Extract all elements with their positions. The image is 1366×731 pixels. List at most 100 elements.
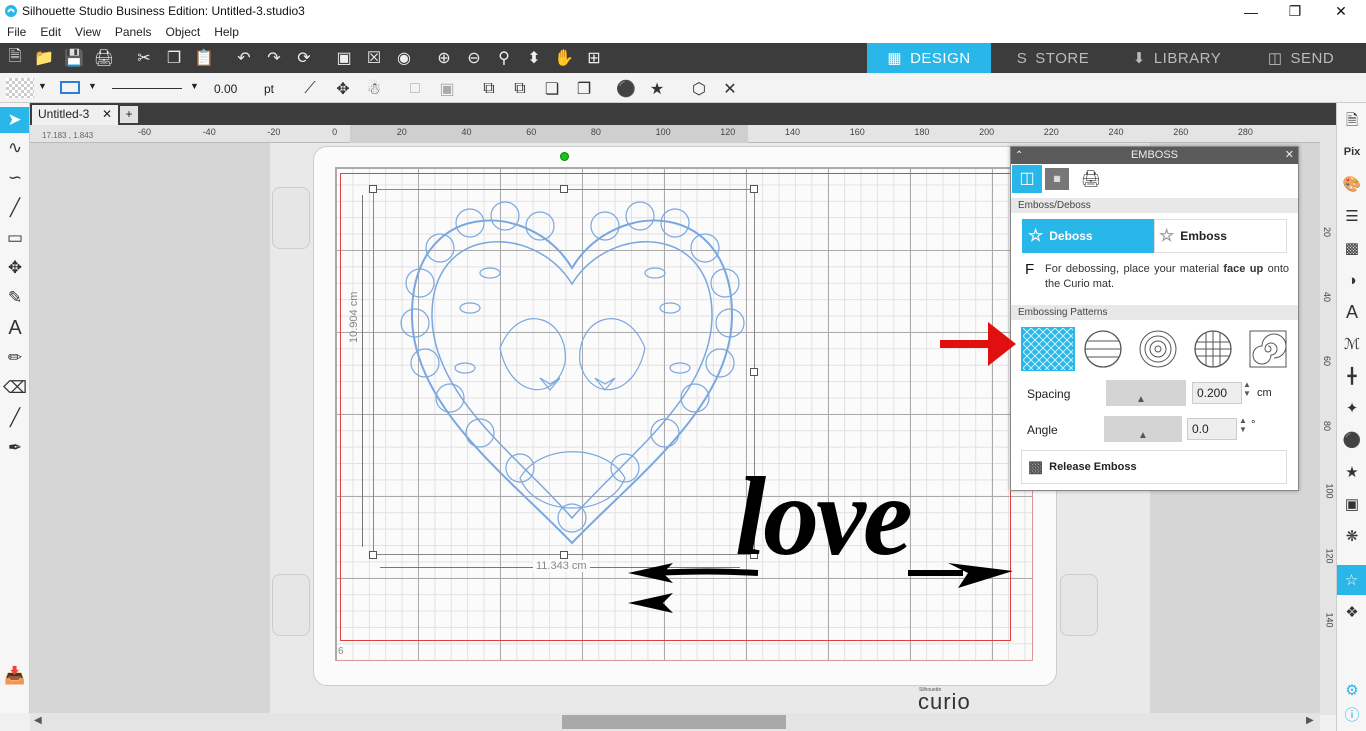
move-down-icon[interactable]: ⬍ [524, 48, 544, 68]
bring-front-icon[interactable]: ⧉ [478, 78, 500, 100]
spacing-input[interactable]: 0.200 [1192, 382, 1242, 404]
scroll-thumb[interactable] [562, 715, 786, 729]
eraser-icon[interactable]: ⌫ [3, 377, 27, 399]
offset-icon[interactable]: ⚫ [1341, 429, 1363, 451]
text-style-icon[interactable]: A [1341, 301, 1363, 323]
transform-icon[interactable]: ✦ [1341, 397, 1363, 419]
3d-box-icon[interactable]: ⬡ [688, 78, 710, 100]
pattern-spiral[interactable] [1241, 327, 1295, 371]
tab-design[interactable]: ▦ DESIGN [867, 43, 991, 73]
print-tab-icon[interactable]: 🖨 [1079, 169, 1103, 189]
zoom-selected-icon[interactable]: ⚲ [494, 48, 514, 68]
send-backward-icon[interactable]: ❐ [573, 78, 595, 100]
palette-icon[interactable]: 🎨 [1341, 173, 1363, 195]
line-color-swatch[interactable] [60, 81, 80, 94]
chevron-down-icon[interactable]: ▼ [88, 81, 97, 91]
slider-thumb-icon[interactable]: ▲ [1138, 430, 1148, 441]
line-style-select[interactable] [112, 88, 182, 89]
fit-to-page-icon[interactable]: ⊞ [584, 48, 604, 68]
save-icon[interactable]: 💾 [64, 48, 84, 68]
redo-icon[interactable]: ↷ [264, 48, 284, 68]
chevron-down-icon[interactable]: ▼ [190, 81, 199, 91]
fill-edit-icon[interactable]: ✏ [4, 347, 26, 369]
line-width-input[interactable]: 0.00 [212, 80, 254, 98]
restore-button[interactable]: ❐ [1272, 0, 1318, 23]
add-tab-button[interactable]: + [120, 106, 138, 123]
horizontal-scrollbar[interactable]: ◀ ▶ [30, 713, 1320, 731]
emboss-button[interactable]: ☆ Emboss [1154, 219, 1287, 253]
resize-handle[interactable] [560, 185, 568, 193]
close-x-icon[interactable]: ✕ [719, 78, 741, 100]
new-file-icon[interactable]: 🗎 [5, 48, 25, 68]
deselect-icon[interactable]: ☒ [364, 48, 384, 68]
collapse-chevron-icon[interactable]: ⌃ [1015, 147, 1023, 164]
align-panel-icon[interactable]: ╋ [1341, 365, 1363, 387]
eyedropper-icon[interactable]: ✒ [4, 437, 26, 459]
fill-pattern-icon[interactable]: ▩ [1341, 237, 1363, 259]
pencil-icon[interactable]: ✎ [4, 287, 26, 309]
resize-handle[interactable] [560, 551, 568, 559]
send-back-icon[interactable]: ⧉ [509, 78, 531, 100]
weld-icon[interactable]: ⚫ [615, 78, 637, 100]
settings-gear-icon[interactable]: ⚙ [1341, 679, 1363, 701]
pattern-concentric[interactable] [1131, 327, 1185, 371]
angle-input[interactable]: 0.0 [1187, 418, 1237, 440]
tab-send[interactable]: ◫ SEND [1239, 43, 1363, 73]
line-icon[interactable]: ╱ [4, 197, 26, 219]
resize-handle[interactable] [369, 551, 377, 559]
line-style-icon[interactable]: ☰ [1341, 205, 1363, 227]
trace-icon[interactable]: ▣ [1341, 493, 1363, 515]
zoom-out-icon[interactable]: ⊖ [464, 48, 484, 68]
polygon-move-icon[interactable]: ✥ [4, 257, 26, 279]
text-tool-icon[interactable]: A [4, 317, 26, 339]
slider-thumb-icon[interactable]: ▲ [1136, 394, 1146, 405]
tab-store[interactable]: S STORE [991, 43, 1115, 73]
info-circle-icon[interactable]: ⓘ [1341, 703, 1363, 725]
rotate-handle[interactable] [560, 152, 569, 161]
select-by-color-icon[interactable]: ◉ [394, 48, 414, 68]
tab-library[interactable]: ⬇ LIBRARY [1115, 43, 1239, 73]
cut-icon[interactable]: ✂ [134, 48, 154, 68]
menu-edit[interactable]: Edit [33, 23, 68, 43]
pan-hand-icon[interactable]: ✋ [554, 48, 574, 68]
chevron-down-icon[interactable]: ▼ [38, 81, 47, 91]
emboss-panel-icon[interactable]: ☆ [1337, 565, 1366, 595]
pattern-grid[interactable] [1186, 327, 1240, 371]
scroll-right-icon[interactable]: ▶ [1306, 715, 1314, 726]
knife-icon[interactable]: ╱ [4, 407, 26, 429]
minimize-button[interactable]: — [1228, 0, 1274, 23]
close-button[interactable]: ✕ [1318, 0, 1364, 23]
spacing-slider[interactable]: ▲ [1106, 380, 1186, 406]
open-folder-icon[interactable]: 📁 [34, 48, 54, 68]
contrast-icon[interactable]: ◑ [1341, 269, 1363, 291]
deboss-button[interactable]: ☆ Deboss [1022, 219, 1154, 253]
select-all-icon[interactable]: ▣ [334, 48, 354, 68]
line-tool-icon[interactable]: ⟋ [299, 78, 321, 100]
angle-stepper-icon[interactable]: ▲ ▼ [1239, 416, 1247, 434]
spacing-stepper-icon[interactable]: ▲ ▼ [1243, 380, 1251, 398]
fill-color-swatch[interactable] [6, 78, 34, 98]
menu-object[interactable]: Object [159, 23, 208, 43]
close-tab-icon[interactable]: ✕ [102, 107, 112, 123]
menu-panels[interactable]: Panels [108, 23, 159, 43]
emboss-tab-icon[interactable]: ◫ [1012, 165, 1042, 193]
star-panel-icon[interactable]: ★ [1341, 461, 1363, 483]
document-tab[interactable]: Untitled-3 ✕ [32, 105, 118, 125]
import-icon[interactable]: 📥 [4, 665, 26, 687]
star-tool-icon[interactable]: ★ [646, 78, 668, 100]
font-icon[interactable]: ℳ [1341, 333, 1363, 355]
redraw-icon[interactable]: ⟳ [294, 48, 314, 68]
menu-view[interactable]: View [68, 23, 108, 43]
align-icon[interactable]: ☃ [363, 78, 385, 100]
print-icon[interactable]: 🖨 [94, 48, 114, 68]
point-edit-icon[interactable]: ∿ [4, 137, 26, 159]
ungroup-icon[interactable]: ▣ [436, 78, 458, 100]
curve-tool-icon[interactable]: ∽ [4, 167, 26, 189]
resize-handle[interactable] [750, 368, 758, 376]
bring-forward-icon[interactable]: ❏ [541, 78, 563, 100]
select-arrow-icon[interactable]: ➤ [0, 107, 29, 133]
copy-icon[interactable]: ❐ [164, 48, 184, 68]
pattern-horizontal-lines[interactable] [1076, 327, 1130, 371]
layers-tab-icon[interactable]: ▦ [1045, 168, 1069, 190]
pattern-crosshatch[interactable] [1021, 327, 1075, 371]
